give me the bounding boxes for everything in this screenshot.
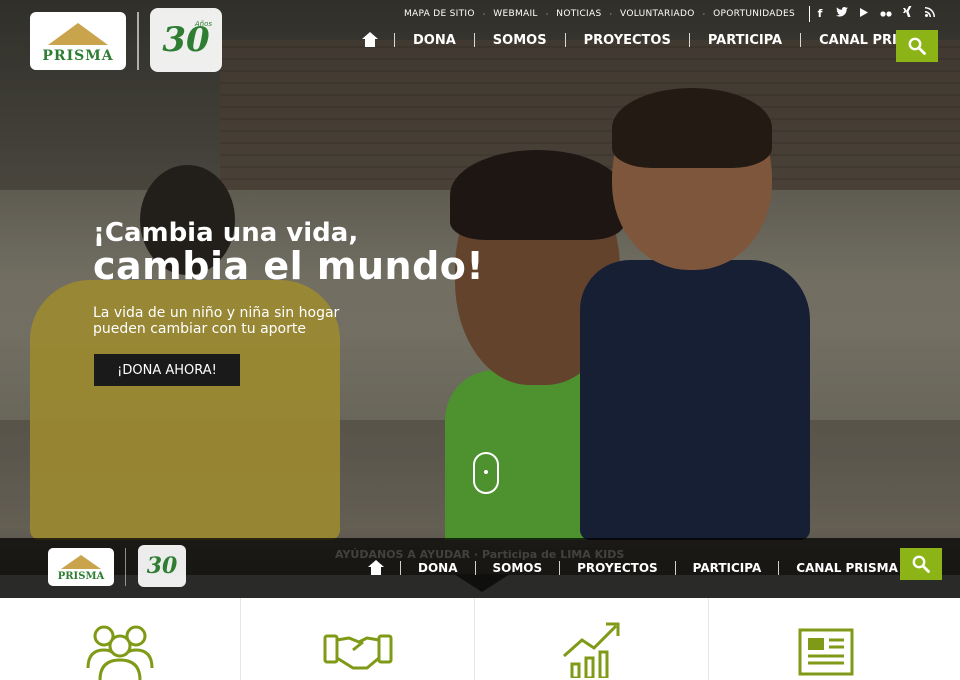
social-divider bbox=[809, 6, 810, 22]
hero-overlay bbox=[0, 0, 960, 598]
logo-divider bbox=[137, 12, 139, 70]
tile-handshake[interactable] bbox=[241, 598, 475, 680]
link-voluntariado[interactable]: VOLUNTARIADO bbox=[620, 9, 695, 19]
separator-dot: · bbox=[482, 9, 486, 19]
sticky-nav-item-participa[interactable]: PARTICIPA bbox=[676, 561, 779, 575]
sticky-nav-item-proyectos[interactable]: PROYECTOS bbox=[560, 561, 675, 575]
search-icon bbox=[912, 555, 930, 573]
tile-news[interactable] bbox=[709, 598, 943, 680]
nav-item-proyectos[interactable]: PROYECTOS bbox=[566, 33, 689, 48]
social-links: f bbox=[814, 6, 936, 20]
tile-growth[interactable] bbox=[475, 598, 709, 680]
logo-text: PRISMA bbox=[57, 571, 105, 582]
sticky-nav-item-dona[interactable]: DONA bbox=[401, 561, 475, 575]
logo-text: PRISMA bbox=[42, 48, 114, 64]
search-button[interactable] bbox=[896, 30, 938, 62]
tile-people[interactable] bbox=[0, 598, 241, 680]
facebook-icon[interactable]: f bbox=[814, 7, 826, 20]
hero-subtext: La vida de un niño y niña sin hogar pued… bbox=[93, 305, 340, 337]
hero-headline-line2: cambia el mundo! bbox=[93, 244, 485, 288]
anniversary-label: Años bbox=[194, 20, 212, 28]
rss-icon[interactable] bbox=[924, 6, 936, 20]
link-mapa-de-sitio[interactable]: MAPA DE SITIO bbox=[404, 9, 475, 19]
sticky-nav-item-somos[interactable]: SOMOS bbox=[476, 561, 560, 575]
home-icon[interactable] bbox=[368, 560, 384, 576]
donate-now-button[interactable]: ¡DONA AHORA! bbox=[94, 354, 240, 386]
youtube-icon[interactable] bbox=[858, 7, 870, 20]
logo-divider bbox=[125, 548, 126, 586]
twitter-icon[interactable] bbox=[836, 6, 848, 20]
nav-item-dona[interactable]: DONA bbox=[395, 33, 474, 48]
link-noticias[interactable]: NOTICIAS bbox=[556, 9, 601, 19]
search-icon bbox=[908, 37, 926, 55]
sticky-anniversary-logo: 30 bbox=[138, 545, 186, 587]
separator-dot: · bbox=[545, 9, 549, 19]
sticky-nav-item-canal-prisma[interactable]: CANAL PRISMA bbox=[779, 561, 915, 575]
anniversary-number: 30 bbox=[146, 553, 178, 579]
xing-icon[interactable] bbox=[902, 6, 914, 20]
newspaper-icon bbox=[798, 628, 854, 676]
home-icon[interactable] bbox=[362, 32, 378, 48]
scroll-down-icon[interactable] bbox=[473, 452, 499, 494]
feature-tiles bbox=[0, 598, 960, 680]
logo-roof-icon bbox=[61, 555, 101, 569]
handshake-icon bbox=[323, 634, 392, 670]
separator-dot: · bbox=[702, 9, 706, 19]
logo-roof-icon bbox=[48, 23, 108, 45]
prisma-logo[interactable]: PRISMA bbox=[30, 12, 126, 70]
nav-item-participa[interactable]: PARTICIPA bbox=[690, 33, 800, 48]
link-oportunidades[interactable]: OPORTUNIDADES bbox=[713, 9, 795, 19]
flickr-icon[interactable] bbox=[880, 7, 892, 20]
separator-dot: · bbox=[609, 9, 613, 19]
people-icon bbox=[86, 625, 154, 680]
hero-banner bbox=[0, 0, 960, 598]
growth-chart-icon bbox=[562, 622, 619, 678]
utility-links: MAPA DE SITIO · WEBMAIL · NOTICIAS · VOL… bbox=[404, 9, 795, 19]
sticky-search-button[interactable] bbox=[900, 548, 942, 580]
nav-item-somos[interactable]: SOMOS bbox=[475, 33, 565, 48]
main-nav: DONA SOMOS PROYECTOS PARTICIPA CANAL PRI… bbox=[360, 30, 947, 50]
sticky-prisma-logo[interactable]: PRISMA bbox=[48, 548, 114, 586]
anniversary-logo: 30 Años bbox=[150, 8, 222, 72]
sticky-main-nav: DONA SOMOS PROYECTOS PARTICIPA CANAL PRI… bbox=[364, 558, 915, 578]
link-webmail[interactable]: WEBMAIL bbox=[493, 9, 537, 19]
